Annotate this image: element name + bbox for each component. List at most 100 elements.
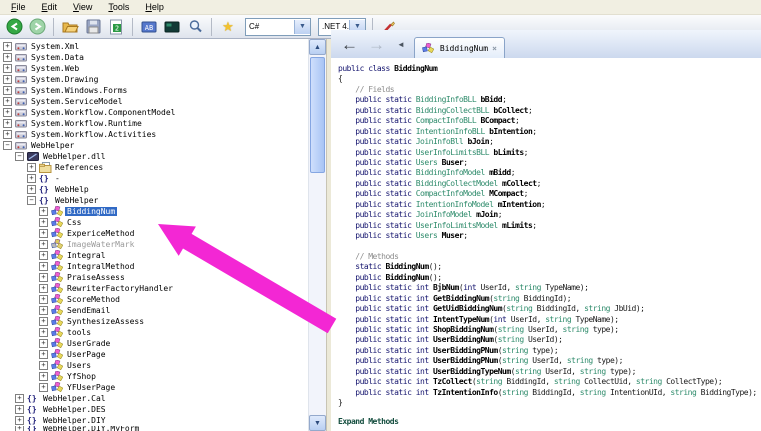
forward-button[interactable] (27, 17, 47, 36)
tree-item-webhelper[interactable]: −{}WebHelper (0, 195, 308, 206)
expander-collapsed-icon[interactable]: + (3, 130, 12, 139)
expander-collapsed-icon[interactable]: + (39, 372, 48, 381)
expander-collapsed-icon[interactable]: + (15, 394, 24, 403)
expander-collapsed-icon[interactable]: + (39, 273, 48, 282)
menu-view[interactable]: View (66, 1, 99, 13)
tree-item-system-workflow-componentmodel[interactable]: + System.Workflow.ComponentModel (0, 107, 308, 118)
tree-label[interactable]: WebHelper.DES (41, 405, 108, 414)
expander-expanded-icon[interactable]: − (15, 152, 24, 161)
tree-item-webhelper-cal[interactable]: +{}WebHelper.Cal (0, 393, 308, 404)
tree-label[interactable]: - (53, 174, 62, 183)
tree-label[interactable]: WebHelper.Cal (41, 394, 108, 403)
tree-label[interactable]: WebHelp (53, 185, 91, 194)
tree-label[interactable]: tools (65, 328, 93, 337)
tree-label[interactable]: System.Drawing (29, 75, 100, 84)
tree-label[interactable]: System.Workflow.Runtime (29, 119, 144, 128)
tree-item-expericemethod[interactable]: + ExpericeMethod (0, 228, 308, 239)
scrollbar-thumb[interactable] (310, 57, 325, 173)
menu-file[interactable]: File (4, 1, 33, 13)
tree-label[interactable]: ImageWaterMark (65, 240, 136, 249)
open-folder-icon[interactable] (60, 17, 80, 36)
tree-label[interactable]: System.Data (29, 53, 86, 62)
expander-collapsed-icon[interactable]: + (3, 108, 12, 117)
tree-item-system-windows-forms[interactable]: +System.Windows.Forms (0, 85, 308, 96)
tab-scroll-left-icon[interactable]: ◄ (397, 40, 405, 49)
search-icon[interactable] (185, 17, 205, 36)
scroll-down-arrow[interactable]: ▼ (309, 415, 326, 431)
expander-collapsed-icon[interactable]: + (39, 383, 48, 392)
tree-label[interactable]: WebHelper (53, 196, 100, 205)
tree-item-references[interactable]: +References (0, 162, 308, 173)
tree-item-userpage[interactable]: +UserPage (0, 349, 308, 360)
tree-item-imagewatermark[interactable]: + ImageWaterMark (0, 239, 308, 250)
tree-label[interactable]: YfShop (65, 372, 98, 381)
tree-item--[interactable]: +{}- (0, 173, 308, 184)
tree-label[interactable]: PraiseAssess (65, 273, 127, 282)
expander-collapsed-icon[interactable]: + (39, 317, 48, 326)
menu-tools[interactable]: Tools (101, 1, 136, 13)
expander-collapsed-icon[interactable]: + (3, 53, 12, 62)
tree-label[interactable]: Css (65, 218, 83, 227)
tree-label[interactable]: BiddingNum (65, 207, 117, 216)
expander-expanded-icon[interactable]: − (27, 196, 36, 205)
close-icon[interactable]: × (492, 44, 497, 53)
tree-item-yfuserpage[interactable]: + YFUserPage (0, 382, 308, 393)
tree-label[interactable]: System.Workflow.ComponentModel (29, 108, 178, 117)
tree-item-system-servicemodel[interactable]: + System.ServiceModel (0, 96, 308, 107)
expander-collapsed-icon[interactable]: + (39, 262, 48, 271)
tree-item-system-workflow-runtime[interactable]: +System.Workflow.Runtime (0, 118, 308, 129)
expander-collapsed-icon[interactable]: + (39, 361, 48, 370)
expander-collapsed-icon[interactable]: + (39, 251, 48, 260)
expander-expanded-icon[interactable]: − (3, 141, 12, 150)
tree-label[interactable]: References (53, 163, 105, 172)
tree-item-system-workflow-activities[interactable]: + System.Workflow.Activities (0, 129, 308, 140)
tree-label[interactable]: ScoreMethod (65, 295, 122, 304)
tree-label[interactable]: WebHelper (29, 141, 76, 150)
tree-label[interactable]: ExpericeMethod (65, 229, 136, 238)
tree-item-system-data[interactable]: + System.Data (0, 52, 308, 63)
scroll-up-arrow[interactable]: ▲ (309, 39, 326, 55)
tree-label[interactable]: Users (65, 361, 93, 370)
expander-collapsed-icon[interactable]: + (39, 328, 48, 337)
expander-collapsed-icon[interactable]: + (39, 350, 48, 359)
expander-collapsed-icon[interactable]: + (39, 218, 48, 227)
expander-collapsed-icon[interactable]: + (27, 185, 36, 194)
expander-collapsed-icon[interactable]: + (39, 207, 48, 216)
tree-label[interactable]: System.Windows.Forms (29, 86, 129, 95)
expander-collapsed-icon[interactable]: + (3, 97, 12, 106)
expander-collapsed-icon[interactable]: + (39, 229, 48, 238)
save-icon[interactable] (83, 17, 103, 36)
back-button[interactable] (4, 17, 24, 36)
tree-item-usergrade[interactable]: + UserGrade (0, 338, 308, 349)
expander-collapsed-icon[interactable]: + (39, 240, 48, 249)
tree-item-integral[interactable]: +Integral (0, 250, 308, 261)
tree-label[interactable]: System.ServiceModel (29, 97, 125, 106)
menu-edit[interactable]: Edit (35, 1, 65, 13)
tree-item-users[interactable]: + Users (0, 360, 308, 371)
tree-item-webhelper-des[interactable]: +{}WebHelper.DES (0, 404, 308, 415)
language-select[interactable]: C# ▼ (245, 18, 311, 36)
assembly-ab-icon[interactable]: AB (139, 17, 159, 36)
tree-item-webhelper-dll[interactable]: − WebHelper.dll (0, 151, 308, 162)
tree-item-sendemail[interactable]: +SendEmail (0, 305, 308, 316)
tree-item-praiseassess[interactable]: + PraiseAssess (0, 272, 308, 283)
tree-label[interactable]: SendEmail (65, 306, 112, 315)
history-forward-icon[interactable]: → (368, 36, 385, 53)
tree-item-webhelper-diy-myform[interactable]: +{}WebHelper.DIY.MyForm (0, 426, 308, 431)
tree-label[interactable]: WebHelper.dll (41, 152, 108, 161)
favorites-star-icon[interactable]: ★ (218, 17, 238, 36)
chevron-down-icon[interactable]: ▼ (294, 20, 310, 34)
expander-collapsed-icon[interactable]: + (39, 339, 48, 348)
tree-label[interactable]: WebHelper.DIY (41, 416, 108, 425)
tree-label[interactable]: System.Workflow.Activities (29, 130, 158, 139)
expander-collapsed-icon[interactable]: + (39, 295, 48, 304)
tree-label[interactable]: SynthesizeAssess (65, 317, 146, 326)
tree-label[interactable]: UserGrade (65, 339, 112, 348)
tree-item-webhelper-diy[interactable]: +{}WebHelper.DIY (0, 415, 308, 426)
expander-collapsed-icon[interactable]: + (15, 416, 24, 425)
tree-scrollbar[interactable]: ▲ ▼ (308, 39, 326, 431)
tree-item-biddingnum[interactable]: + BiddingNum (0, 206, 308, 217)
tree-item-scoremethod[interactable]: + ScoreMethod (0, 294, 308, 305)
tree-label[interactable]: YFUserPage (65, 383, 117, 392)
tree-item-tools[interactable]: + tools (0, 327, 308, 338)
